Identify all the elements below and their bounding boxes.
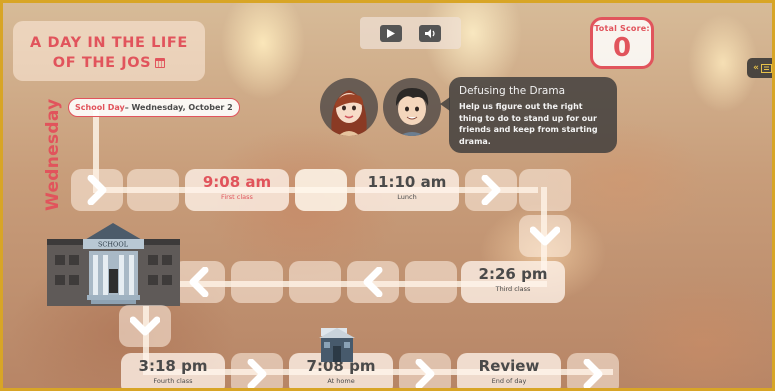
day-banner-prefix: School Day xyxy=(75,103,125,112)
stop-label: First class xyxy=(221,193,253,201)
school-sign: SCHOOL xyxy=(98,241,129,249)
path-arrow-left xyxy=(173,261,225,303)
day-banner: School Day – Wednesday, October 2 xyxy=(68,98,240,117)
path-tile xyxy=(405,261,457,303)
play-icon xyxy=(387,29,395,38)
stop-tile-third-class[interactable]: 2:26 pm Third class xyxy=(461,261,565,303)
title-line-1: A DAY IN THE LIFE xyxy=(30,35,188,51)
stop-tile-first-class[interactable]: 9:08 am First class xyxy=(185,169,289,211)
path-tile xyxy=(127,169,179,211)
stop-time: 3:18 pm xyxy=(138,357,208,375)
path-tile xyxy=(231,261,283,303)
stop-time: 11:10 am xyxy=(367,173,447,191)
path-tile xyxy=(295,169,347,211)
stop-label: Fourth class xyxy=(153,377,193,385)
game-board: 9:08 am First class 11:10 am Lunch 2:26 … xyxy=(0,0,775,391)
chevron-left-icon: « xyxy=(753,63,759,73)
path-arrow-right xyxy=(567,353,619,388)
stop-label: End of day xyxy=(491,377,527,385)
title-line-2-text: OF THE JOS xyxy=(52,55,152,71)
media-controls xyxy=(360,17,461,49)
avatar-boy xyxy=(383,78,441,136)
dialogue-bubble: Defusing the Drama Help us figure out th… xyxy=(440,77,617,153)
path-arrow-right xyxy=(231,353,283,388)
path-tile xyxy=(289,261,341,303)
school-building: SCHOOL xyxy=(47,223,180,306)
path-arrow-right xyxy=(465,169,517,211)
side-panel-toggle[interactable]: « xyxy=(747,58,772,78)
stop-time: 2:26 pm xyxy=(478,265,548,283)
path-arrow-right xyxy=(71,169,123,211)
day-banner-suffix: – Wednesday, October 2 xyxy=(124,103,233,112)
path-arrow-left xyxy=(347,261,399,303)
path-arrow-down xyxy=(119,305,171,347)
speaker-icon xyxy=(424,29,435,38)
path-arrow-down xyxy=(519,215,571,257)
avatar-girl xyxy=(320,78,378,136)
play-button[interactable] xyxy=(380,25,402,42)
title-card: A DAY IN THE LIFE OF THE JOS xyxy=(13,21,205,81)
stop-time: 9:08 am xyxy=(202,173,272,191)
calendar-icon xyxy=(155,58,166,68)
notebook-icon xyxy=(760,63,772,73)
total-score: Total Score: 0 xyxy=(590,17,654,69)
home-marker xyxy=(319,328,355,362)
score-value: 0 xyxy=(612,33,632,63)
day-vertical-label: Wednesday xyxy=(43,98,63,212)
stop-tile-lunch[interactable]: 11:10 am Lunch xyxy=(355,169,459,211)
sound-button[interactable] xyxy=(419,25,441,42)
dialogue-text: Help us figure out the right thing to do… xyxy=(459,102,598,146)
path-arrow-right xyxy=(399,353,451,388)
score-label: Total Score: xyxy=(594,24,650,33)
stop-label: Lunch xyxy=(397,193,417,201)
stop-tile-fourth-class[interactable]: 3:18 pm Fourth class xyxy=(121,353,225,388)
stop-label: Third class xyxy=(495,285,531,293)
path-tile xyxy=(519,169,571,211)
stop-label: At home xyxy=(327,377,355,385)
title-line-2: OF THE JOS xyxy=(13,55,205,71)
dialogue-title: Defusing the Drama xyxy=(459,85,566,97)
stop-time: Review xyxy=(478,357,540,375)
stop-tile-review[interactable]: Review End of day xyxy=(457,353,561,388)
